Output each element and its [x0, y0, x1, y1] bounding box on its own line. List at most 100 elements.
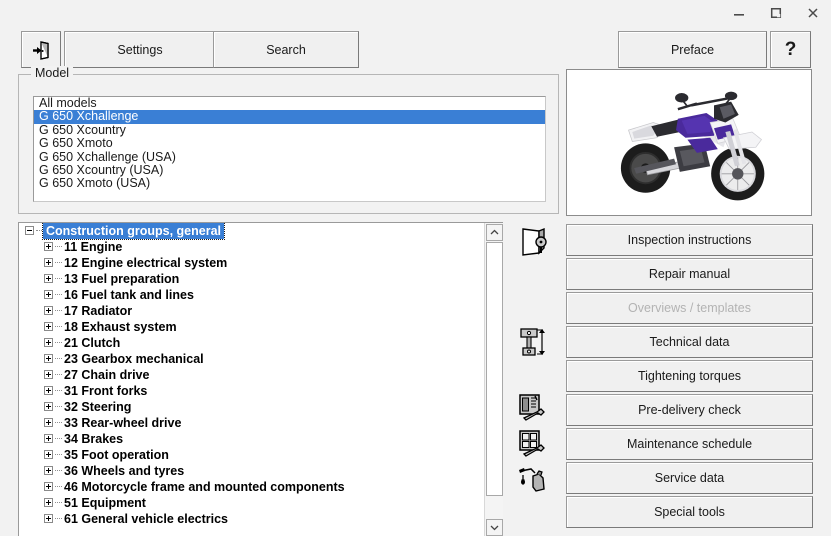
torque-measure-icon [520, 328, 545, 356]
tree-connector-line [55, 342, 62, 343]
tree-node[interactable]: 46 Motorcycle frame and mounted componen… [19, 479, 484, 495]
model-list-item[interactable]: G 650 Xchallenge (USA) [34, 150, 545, 164]
torque-measure-icon-button[interactable] [512, 322, 554, 362]
model-list-item[interactable]: G 650 Xcountry [34, 123, 545, 137]
checklist-wrench-icon-button[interactable] [512, 388, 554, 428]
model-list-item[interactable]: G 650 Xmoto (USA) [34, 176, 545, 190]
expand-plus-icon[interactable] [44, 370, 53, 379]
motorcycle-preview-panel [566, 69, 812, 216]
right-button-label: Repair manual [648, 267, 731, 281]
tree-node[interactable]: 21 Clutch [19, 335, 484, 351]
tree-node[interactable]: 51 Equipment [19, 495, 484, 511]
document-inspection-icon-button[interactable] [512, 222, 554, 262]
right-button[interactable]: Maintenance schedule [566, 428, 813, 460]
tree-connector-line [55, 518, 62, 519]
right-button[interactable]: Special tools [566, 496, 813, 528]
expand-plus-icon[interactable] [44, 386, 53, 395]
tree-connector-line [55, 246, 62, 247]
close-button[interactable] [794, 0, 831, 26]
exit-door-icon [33, 40, 49, 60]
right-button-label: Service data [654, 471, 725, 485]
tree-node-label: 16 Fuel tank and lines [64, 288, 194, 302]
expand-plus-icon[interactable] [44, 450, 53, 459]
oil-can-icon [519, 468, 545, 492]
right-button[interactable]: Inspection instructions [566, 224, 813, 256]
tree-node[interactable]: 35 Foot operation [19, 447, 484, 463]
tree-node[interactable]: 12 Engine electrical system [19, 255, 484, 271]
table-wrench-icon-button[interactable] [512, 424, 554, 464]
right-button-label: Special tools [654, 505, 725, 519]
minimize-button[interactable] [720, 0, 757, 26]
tree-node-label: Construction groups, general [41, 223, 226, 240]
tree-node[interactable]: 36 Wheels and tyres [19, 463, 484, 479]
right-button[interactable]: Service data [566, 462, 813, 494]
exit-button[interactable] [21, 31, 61, 68]
tree-node[interactable]: 32 Steering [19, 399, 484, 415]
expand-plus-icon[interactable] [44, 514, 53, 523]
help-button[interactable]: ? [770, 31, 811, 68]
construction-groups-tree[interactable]: Construction groups, general 11 Engine 12 … [19, 223, 484, 536]
expand-plus-icon[interactable] [44, 338, 53, 347]
expand-plus-icon[interactable] [44, 258, 53, 267]
model-list-item[interactable]: G 650 Xchallenge [34, 109, 545, 124]
scrollbar-thumb[interactable] [486, 242, 503, 496]
right-button-label: Pre-delivery check [638, 403, 741, 417]
tree-node-label: 12 Engine electrical system [64, 256, 228, 270]
search-label: Search [266, 42, 306, 57]
tree-node-label: 11 Engine [64, 240, 123, 254]
expand-plus-icon[interactable] [44, 498, 53, 507]
right-button[interactable]: Tightening torques [566, 360, 813, 392]
expand-plus-icon[interactable] [44, 354, 53, 363]
tree-node[interactable]: 33 Rear-wheel drive [19, 415, 484, 431]
maximize-button[interactable] [757, 0, 794, 26]
expand-plus-icon[interactable] [44, 322, 53, 331]
scroll-down-button[interactable] [486, 519, 503, 536]
tree-node[interactable]: 34 Brakes [19, 431, 484, 447]
expand-plus-icon[interactable] [44, 306, 53, 315]
tree-node[interactable]: 17 Radiator [19, 303, 484, 319]
preface-button[interactable]: Preface [618, 31, 767, 68]
tree-connector-line [55, 422, 62, 423]
tree-node[interactable]: 27 Chain drive [19, 367, 484, 383]
tree-node[interactable]: 61 General vehicle electrics [19, 511, 484, 527]
expand-plus-icon[interactable] [44, 482, 53, 491]
expand-plus-icon[interactable] [44, 242, 53, 251]
tree-node[interactable]: 13 Fuel preparation [19, 271, 484, 287]
collapse-minus-icon[interactable] [25, 226, 34, 235]
expand-plus-icon[interactable] [44, 418, 53, 427]
motorcycle-preview-image [567, 70, 811, 215]
expand-plus-icon[interactable] [44, 402, 53, 411]
right-button[interactable]: Technical data [566, 326, 813, 358]
tree-node[interactable]: 11 Engine [19, 239, 484, 255]
model-listbox[interactable]: All models G 650 Xchallenge G 650 Xcountry… [33, 96, 546, 202]
table-wrench-icon [519, 430, 545, 457]
right-button: Overviews / templates [566, 292, 813, 324]
search-button[interactable]: Search [213, 31, 359, 68]
expand-plus-icon[interactable] [44, 274, 53, 283]
oil-can-icon-button[interactable] [512, 460, 554, 500]
tree-root-node[interactable]: Construction groups, general [19, 223, 484, 240]
model-list-item[interactable]: G 650 Xmoto [34, 136, 545, 150]
right-button[interactable]: Repair manual [566, 258, 813, 290]
tree-vertical-scrollbar[interactable] [484, 223, 503, 536]
tree-connector-line [55, 438, 62, 439]
tree-node[interactable]: 16 Fuel tank and lines [19, 287, 484, 303]
help-label: ? [784, 38, 797, 60]
tree-node-label: 32 Steering [64, 400, 132, 414]
scroll-up-button[interactable] [486, 224, 503, 241]
tree-node[interactable]: 23 Gearbox mechanical [19, 351, 484, 367]
right-button[interactable]: Pre-delivery check [566, 394, 813, 426]
tree-connector-line [55, 486, 62, 487]
settings-button[interactable]: Settings [64, 31, 216, 68]
tree-connector-line [55, 278, 62, 279]
tree-node[interactable]: 31 Front forks [19, 383, 484, 399]
tree-connector-line [55, 406, 62, 407]
tree-node[interactable]: 18 Exhaust system [19, 319, 484, 335]
model-list-item[interactable]: G 650 Xcountry (USA) [34, 163, 545, 177]
model-list-item[interactable]: All models [34, 97, 545, 110]
expand-plus-icon[interactable] [44, 434, 53, 443]
expand-plus-icon[interactable] [44, 466, 53, 475]
tree-connector-line [55, 262, 62, 263]
expand-plus-icon[interactable] [44, 290, 53, 299]
tree-connector-line [55, 390, 62, 391]
